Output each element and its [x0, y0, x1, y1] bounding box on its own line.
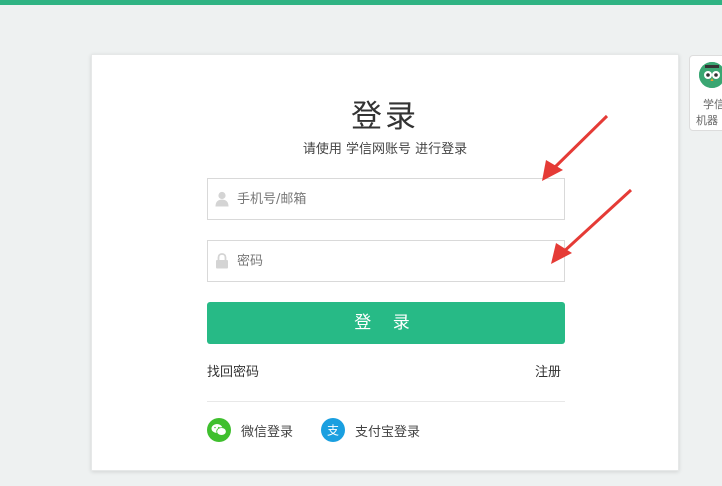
annotation-arrow-bottom [551, 188, 633, 264]
annotation-arrow-top [542, 114, 609, 181]
owl-avatar-icon [699, 62, 722, 88]
annotation-arrows [542, 114, 633, 264]
widget-label-line2: 机器 [696, 114, 718, 127]
robot-assistant-widget[interactable]: 学信 机器 [689, 55, 722, 131]
widget-label-line1: 学信 [703, 98, 722, 111]
